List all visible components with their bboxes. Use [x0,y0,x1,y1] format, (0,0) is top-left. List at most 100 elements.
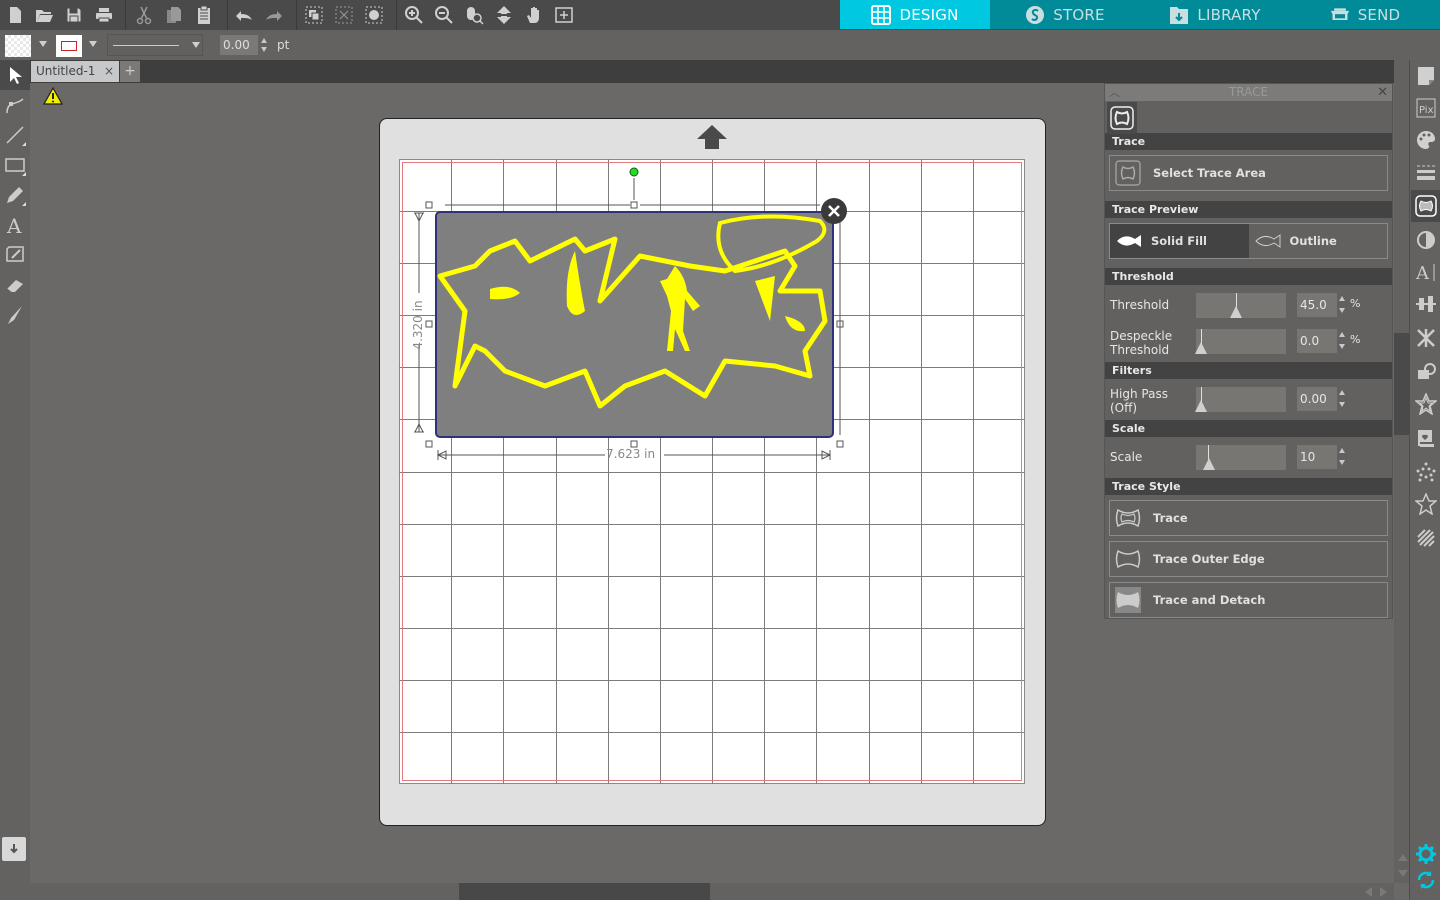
solid-fill-button[interactable]: Solid Fill [1110,224,1249,258]
trace-tab[interactable] [1107,102,1137,134]
warning-icon[interactable] [43,87,63,105]
line-width-input[interactable]: 0.00 [220,35,258,55]
trace-and-detach-icon [1115,587,1141,613]
hatch-panel-button[interactable] [1411,522,1440,554]
align-panel-button[interactable] [1411,288,1440,320]
open-button[interactable] [31,3,57,27]
scroll-left-arrow[interactable] [1365,887,1372,897]
tab-library[interactable]: LIBRARY [1140,0,1290,29]
replicate-panel-button[interactable] [1411,322,1440,354]
select-tool[interactable] [0,60,30,90]
trace-icon [1415,195,1437,217]
tab-design[interactable]: DESIGN [840,0,990,29]
scale-decrement[interactable] [1339,460,1345,465]
line-width-increment[interactable] [261,38,267,43]
line-color-dropdown-arrow[interactable] [89,41,97,47]
despeckle-increment[interactable] [1339,332,1345,337]
high-pass-slider[interactable] [1195,387,1286,412]
text-tool[interactable]: A [0,210,30,240]
pan-button[interactable] [521,3,547,27]
tab-store[interactable]: STORE [990,0,1140,29]
high-pass-increment[interactable] [1339,390,1345,395]
high-pass-row: High Pass (Off) 0.00 [1105,382,1392,418]
text-style-panel-button[interactable]: A [1411,256,1440,288]
line-width-decrement[interactable] [261,47,267,52]
rhinestone-panel-button[interactable] [1411,456,1440,488]
horizontal-scroll-thumb[interactable] [459,883,710,900]
paste-button[interactable] [191,3,217,27]
horizontal-scrollbar[interactable] [30,883,1394,900]
library-panel-button[interactable] [2,837,26,861]
page-setup-button[interactable] [1411,60,1440,92]
palette-select-icon [365,6,383,24]
pixscan-button[interactable]: Pix [1411,92,1440,124]
group-button[interactable] [301,3,327,27]
trace-panel-button[interactable] [1411,190,1440,222]
scroll-up-arrow[interactable] [1398,854,1408,861]
collapse-panel-icon[interactable]: ︿ [1109,84,1120,101]
select-trace-area-button[interactable]: Select Trace Area [1109,155,1388,191]
new-document-button[interactable] [2,3,28,27]
high-pass-input[interactable]: 0.00 [1297,387,1337,411]
redo-button[interactable] [261,3,287,27]
zoom-select-button[interactable] [461,3,487,27]
modify-panel-button[interactable] [1411,356,1440,388]
line-style-panel-button[interactable] [1411,156,1440,188]
move-to-mat-button[interactable] [491,3,517,27]
threshold-decrement[interactable] [1339,308,1345,313]
high-pass-decrement[interactable] [1339,402,1345,407]
threshold-slider[interactable] [1196,293,1286,318]
line-color-swatch[interactable] [56,35,82,57]
cut-button[interactable] [131,3,157,27]
fit-page-button[interactable] [551,3,577,27]
knife-tool[interactable] [0,300,30,330]
fill-dropdown-arrow[interactable] [39,41,47,47]
favorites-panel-button[interactable] [1411,488,1440,520]
save-button[interactable] [61,3,87,27]
trace-outer-edge-button[interactable]: Trace Outer Edge [1109,541,1388,577]
sketch-panel-button[interactable] [1411,422,1440,454]
undo-button[interactable] [231,3,257,27]
zoom-in-button[interactable] [401,3,427,27]
scale-input[interactable]: 10 [1297,445,1337,469]
fill-panel-button[interactable] [1411,124,1440,156]
add-tab-button[interactable]: + [120,61,140,82]
close-tab-icon[interactable]: × [104,64,114,78]
sync-button[interactable] [1411,864,1440,896]
sketch-tool[interactable] [0,240,30,270]
trace-panel-title: TRACE [1228,85,1269,99]
zoom-out-button[interactable] [431,3,457,27]
outline-button[interactable]: Outline [1249,224,1388,258]
ungroup-button[interactable] [331,3,357,27]
vertical-scroll-thumb[interactable] [1394,333,1409,435]
rectangle-tool[interactable] [0,150,30,180]
delete-selection-button[interactable] [821,198,847,224]
line-tool[interactable] [0,120,30,150]
despeckle-input[interactable]: 0.0 [1297,329,1337,353]
draw-tool[interactable] [0,180,30,210]
compound-path-button[interactable] [361,3,387,27]
vertical-scrollbar[interactable] [1394,60,1409,883]
tab-send[interactable]: SEND [1290,0,1440,29]
threshold-increment[interactable] [1339,296,1345,301]
despeckle-slider[interactable] [1195,329,1286,354]
print-button[interactable] [91,3,117,27]
scale-increment[interactable] [1339,448,1345,453]
trace-and-detach-button[interactable]: Trace and Detach [1109,582,1388,618]
trace-button[interactable]: Trace [1109,500,1388,536]
copy-button[interactable] [161,3,187,27]
scroll-right-arrow[interactable] [1380,887,1387,897]
line-style-select[interactable] [107,34,203,56]
despeckle-decrement[interactable] [1339,344,1345,349]
contrast-panel-button[interactable] [1411,224,1440,256]
scroll-down-arrow[interactable] [1398,870,1408,877]
offset-panel-button[interactable] [1411,388,1440,420]
threshold-input[interactable]: 45.0 [1297,293,1337,317]
eraser-tool[interactable] [0,270,30,300]
close-panel-icon[interactable]: ✕ [1377,84,1388,101]
document-tab[interactable]: Untitled-1 × [31,61,119,82]
high-pass-label-line2: (Off) [1110,401,1138,415]
scale-slider[interactable] [1196,445,1286,470]
edit-points-tool[interactable] [0,90,30,120]
fill-color-swatch[interactable] [5,35,31,57]
